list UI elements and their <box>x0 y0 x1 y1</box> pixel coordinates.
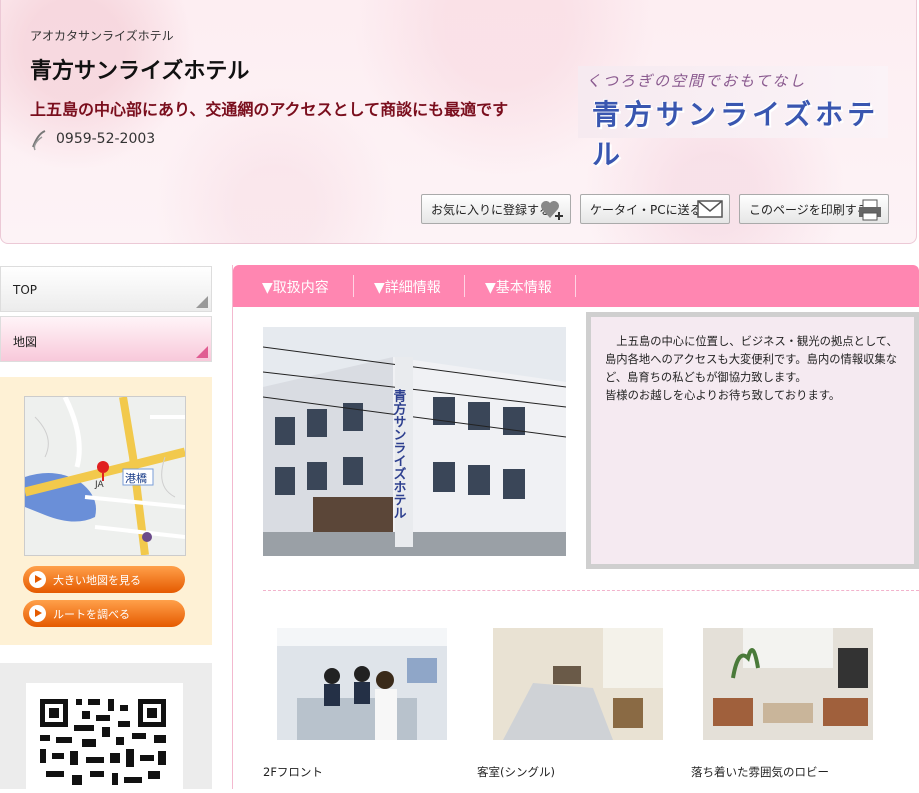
sidebar-item-label: 地図 <box>13 335 38 349</box>
map-panel: 港橋 JA 大きい地図を見る ルートを調べる <box>0 377 212 645</box>
qr-code-image <box>40 699 166 785</box>
phone-number: 0959-52-2003 <box>56 131 156 147</box>
lobby-image <box>703 628 873 740</box>
description-text: 皆様のお越しを心よりお待ち致しております。 <box>605 389 841 402</box>
print-button-label: このページを印刷する <box>749 202 869 217</box>
play-icon <box>29 605 46 622</box>
hotel-exterior-photo: 青方サンライズホテル <box>263 327 566 556</box>
gallery-caption: 客室(シングル) <box>477 765 555 779</box>
tab-bar: ▼取扱内容 ▼詳細情報 ▼基本情報 <box>233 265 919 307</box>
map-image: 港橋 JA <box>25 397 185 555</box>
gallery-photo-lobby[interactable] <box>703 628 873 740</box>
tab-basic-info[interactable]: ▼基本情報 <box>485 277 552 297</box>
front-desk-image <box>277 628 447 740</box>
hotel-tagline: 上五島の中心部にあり、交通網のアクセスとして商談にも最適です <box>30 100 509 119</box>
sidebar-item-top[interactable]: TOP <box>0 266 212 312</box>
find-route-button[interactable]: ルートを調べる <box>23 600 185 627</box>
printer-icon <box>859 199 881 221</box>
hotel-name-kana: アオカタサンライズホテル <box>30 29 174 43</box>
play-icon <box>29 571 46 588</box>
dashed-divider <box>263 590 919 591</box>
qr-panel <box>0 663 212 789</box>
print-page-button[interactable]: このページを印刷する <box>739 194 889 224</box>
add-favorite-button[interactable]: お気に入りに登録する <box>421 194 571 224</box>
send-button-label: ケータイ・PCに送る <box>590 202 702 217</box>
gallery-caption: 2Fフロント <box>263 765 323 779</box>
gallery-photo-front-desk[interactable] <box>277 628 447 740</box>
corner-triangle-icon <box>196 296 208 308</box>
main-content: ▼取扱内容 ▼詳細情報 ▼基本情報 青方サンライズホテル 上五島の中心に位置し、… <box>232 265 919 789</box>
logo-subtitle: くつろぎの空間でおもてなし <box>586 72 807 90</box>
map-label-port: 港橋 <box>125 471 147 485</box>
qr-code <box>26 683 183 789</box>
sidebar-item-map[interactable]: 地図 <box>0 316 212 362</box>
hotel-exterior-image: 青方サンライズホテル <box>263 327 566 556</box>
phone-icon <box>32 130 46 151</box>
corner-triangle-icon <box>196 346 208 358</box>
map-thumbnail[interactable]: 港橋 JA <box>24 396 186 556</box>
description-text: 上五島の中心に位置し、ビジネス・観光の拠点として、島内各地へのアクセスも大変便利… <box>605 335 898 384</box>
hotel-name-title: 青方サンライズホテル <box>30 59 250 84</box>
photo-sign-text: 青方サンライズホテル <box>391 388 407 519</box>
heart-plus-icon <box>541 201 563 220</box>
gallery-caption: 落ち着いた雰囲気のロビー <box>691 765 829 779</box>
site-header: アオカタサンライズホテル 青方サンライズホテル 上五島の中心部にあり、交通網のア… <box>0 0 917 244</box>
view-large-map-button[interactable]: 大きい地図を見る <box>23 566 185 593</box>
tab-services[interactable]: ▼取扱内容 <box>262 277 329 297</box>
view-large-map-label: 大きい地図を見る <box>53 574 141 587</box>
single-room-image <box>493 628 663 740</box>
description-box: 上五島の中心に位置し、ビジネス・観光の拠点として、島内各地へのアクセスも大変便利… <box>586 312 919 569</box>
hotel-logo[interactable]: くつろぎの空間でおもてなし 青方サンライズホテル <box>578 66 888 171</box>
tab-details[interactable]: ▼詳細情報 <box>374 277 441 297</box>
tab-separator <box>353 275 354 297</box>
logo-title: 青方サンライズホテル <box>592 98 880 171</box>
sidebar-item-label: TOP <box>13 283 38 297</box>
gallery-photo-single-room[interactable] <box>493 628 663 740</box>
find-route-label: ルートを調べる <box>53 608 130 621</box>
send-to-phone-button[interactable]: ケータイ・PCに送る <box>580 194 730 224</box>
map-label-ja: JA <box>94 480 104 490</box>
mail-icon <box>697 200 723 218</box>
tab-separator <box>464 275 465 297</box>
favorite-button-label: お気に入りに登録する <box>431 202 552 217</box>
tab-separator <box>575 275 576 297</box>
